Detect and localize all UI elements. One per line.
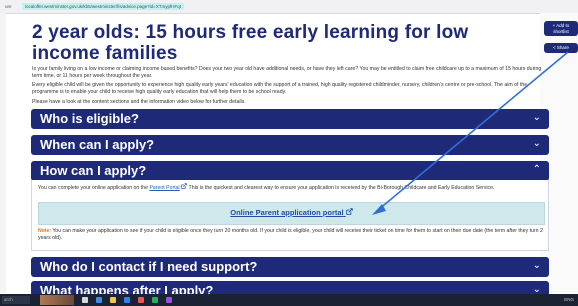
app-icon[interactable] bbox=[138, 297, 144, 303]
taskbar-thumbnail bbox=[40, 295, 74, 305]
app-icon-3[interactable] bbox=[166, 297, 172, 303]
folder-icon[interactable] bbox=[110, 297, 116, 303]
mail-icon[interactable] bbox=[124, 297, 130, 303]
annotation-arrow bbox=[372, 51, 569, 215]
app-icon-2[interactable] bbox=[152, 297, 158, 303]
system-tray: ENG bbox=[564, 297, 574, 302]
task-view-icon[interactable] bbox=[82, 297, 88, 303]
browser-icon[interactable] bbox=[96, 297, 102, 303]
taskbar-search[interactable]: arch bbox=[2, 296, 30, 304]
os-taskbar: arch ENG bbox=[0, 294, 578, 306]
